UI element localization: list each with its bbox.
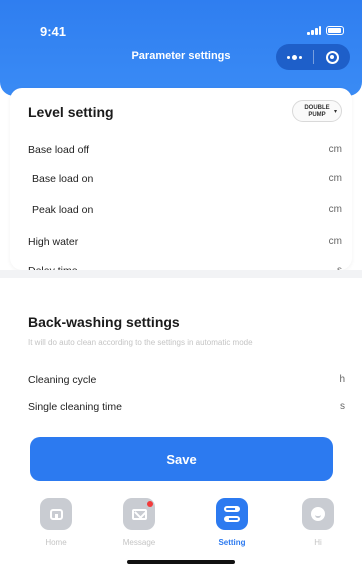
tab-label: Message: [122, 538, 156, 547]
row-label: High water: [28, 236, 79, 248]
level-setting-card: Level setting DOUBLE PUMP ▾ Base load of…: [10, 88, 352, 277]
more-options-icon[interactable]: [276, 44, 313, 70]
tab-setting[interactable]: Setting: [202, 498, 262, 547]
high-water-row[interactable]: High water cm: [28, 234, 342, 252]
setting-icon: [216, 498, 248, 530]
back-washing-hint: It will do auto clean according to the s…: [28, 338, 253, 347]
tab-hi[interactable]: Hi: [288, 498, 348, 547]
tab-home[interactable]: Home: [26, 498, 86, 547]
cleaning-cycle-row[interactable]: Cleaning cycle h: [28, 372, 345, 390]
message-icon: [123, 498, 155, 530]
pump-mode-selector[interactable]: DOUBLE PUMP ▾: [292, 100, 342, 122]
tab-label: Setting: [218, 538, 246, 547]
home-icon: [40, 498, 72, 530]
tab-message[interactable]: Message: [109, 498, 169, 547]
status-time: 9:41: [40, 24, 67, 39]
close-target-icon[interactable]: [314, 44, 350, 70]
row-label: Base load off: [28, 144, 90, 156]
row-unit: cm: [328, 144, 342, 155]
row-label: Peak load on: [32, 204, 94, 216]
mini-program-capsule: [276, 44, 350, 70]
single-cleaning-time-row[interactable]: Single cleaning time s: [28, 399, 345, 417]
back-washing-title: Back-washing settings: [28, 314, 180, 330]
row-label: Base load on: [32, 173, 94, 185]
save-button[interactable]: Save: [30, 437, 333, 481]
chevron-down-icon: ▾: [333, 109, 337, 115]
row-label: Cleaning cycle: [28, 374, 97, 386]
tab-bar: Home Message Setting Hi: [0, 494, 362, 567]
tab-label: Home: [45, 538, 67, 547]
battery-icon: [326, 26, 344, 35]
unread-badge: [147, 501, 153, 507]
row-unit: cm: [328, 236, 342, 247]
status-icons: [307, 26, 344, 35]
section-divider: [0, 270, 362, 278]
row-unit: s: [340, 401, 345, 412]
home-indicator: [127, 560, 235, 564]
row-label: Single cleaning time: [28, 401, 122, 413]
row-unit: cm: [328, 173, 342, 184]
peak-load-on-row[interactable]: Peak load on cm: [32, 202, 342, 220]
face-icon: [302, 498, 334, 530]
row-unit: h: [339, 374, 345, 385]
tab-label: Hi: [314, 538, 322, 547]
base-load-off-row[interactable]: Base load off cm: [28, 142, 342, 160]
level-setting-title: Level setting: [28, 104, 114, 120]
signal-icon: [307, 26, 321, 35]
base-load-on-row[interactable]: Base load on cm: [32, 171, 342, 189]
header-bar: 9:41 Parameter settings: [0, 0, 362, 96]
row-unit: cm: [328, 204, 342, 215]
